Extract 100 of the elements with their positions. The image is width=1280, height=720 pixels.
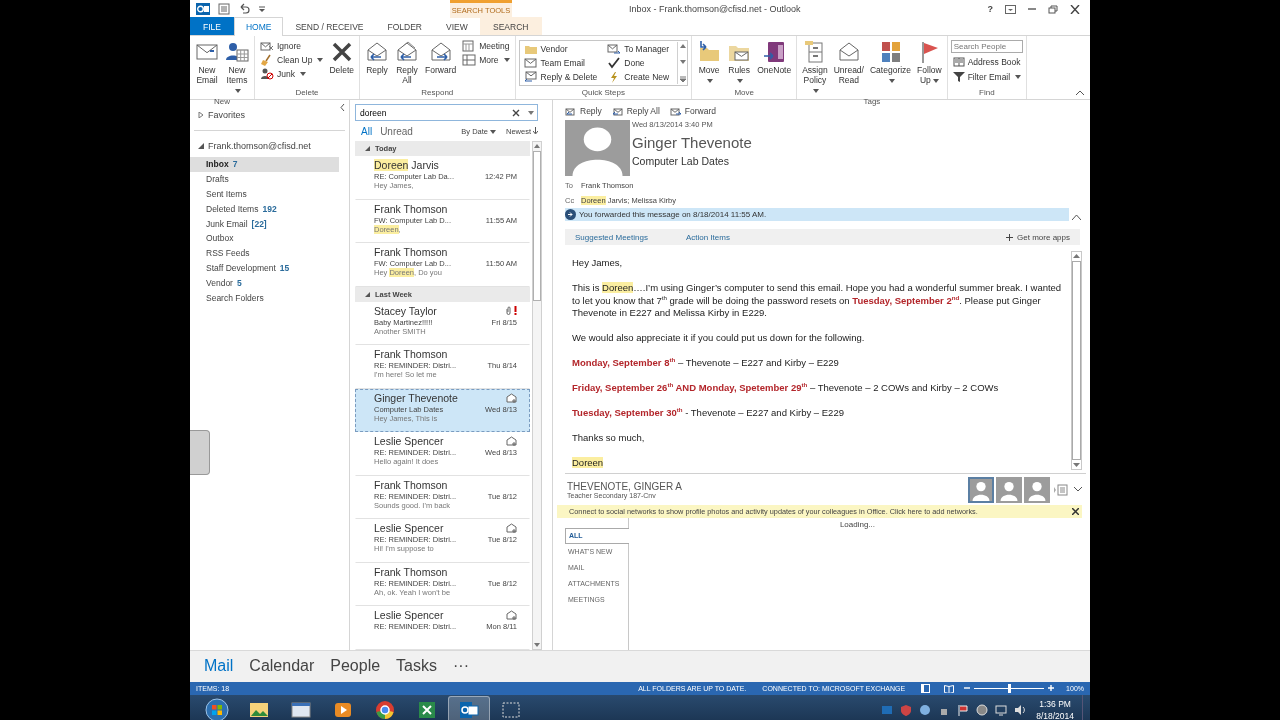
caret-icon — [503, 57, 510, 62]
help-button[interactable]: ? — [987, 4, 993, 14]
ribbon-button[interactable]: Meeting — [460, 39, 512, 52]
filter-tab[interactable]: Unread — [380, 125, 413, 137]
quick-step[interactable]: To Manager — [605, 42, 672, 56]
collapse-ribbon-icon — [1076, 90, 1084, 95]
folder-item[interactable]: Staff Development 15 — [190, 260, 339, 276]
zoom-in-icon — [1048, 685, 1055, 691]
ribbon-tab[interactable]: HOME — [233, 17, 284, 36]
input-panel-tab[interactable] — [190, 430, 210, 475]
filter-tab[interactable]: All — [361, 125, 373, 137]
ribbon-button[interactable]: More — [460, 53, 512, 66]
folder-item[interactable]: Outbox — [190, 231, 339, 246]
ribbon-button[interactable]: Address Book — [950, 55, 1024, 68]
scroll-thumb[interactable] — [533, 151, 541, 301]
caret-icon — [1015, 74, 1022, 79]
body-paragraph: We would also appreciate it if you could put us down for the following. — [572, 332, 866, 345]
folder-item[interactable]: Deleted Items 192 — [190, 201, 339, 217]
ribbon-button[interactable]: Filter Email — [950, 70, 1024, 83]
search-people-field[interactable]: Search People — [950, 40, 1023, 53]
body-paragraph: Hey James, — [572, 257, 624, 270]
photo-app-icon — [249, 700, 269, 719]
sender-name: Ginger Thevenote — [374, 391, 458, 404]
reply-icon — [565, 106, 577, 116]
notebook-icon — [762, 40, 787, 64]
ribbon-button[interactable]: OneNote — [755, 38, 794, 77]
ribbon-button[interactable]: Categorize — [867, 38, 914, 87]
reply-action[interactable]: Reply All — [611, 106, 660, 116]
folder-item[interactable]: Vendor 5 — [190, 275, 339, 291]
folder-item[interactable]: Junk Email [22] — [190, 216, 339, 231]
ribbon-button[interactable]: New Items — [223, 38, 251, 97]
body-paragraph: Tuesday, September 30$^{th}$ - Thevenote – E227 and Kirby – E229 — [572, 407, 845, 420]
nav-item[interactable]: Mail — [204, 657, 234, 675]
ribbon-tab[interactable]: SEARCH — [479, 17, 542, 35]
address-book-icon — [952, 56, 965, 67]
ribbon-button[interactable]: Reply All — [393, 38, 421, 87]
message-subject: Computer Lab Dates — [632, 155, 730, 167]
normal-view-icon — [921, 683, 931, 693]
sender-name: Frank Thomson — [374, 246, 448, 258]
quick-step[interactable]: Create New — [605, 70, 672, 84]
reply-action[interactable]: Reply — [565, 106, 602, 116]
account-header[interactable]: Frank.thomson@cfisd.net — [190, 139, 349, 153]
quick-step[interactable]: Vendor — [521, 42, 600, 56]
more-button[interactable]: ··· — [453, 657, 469, 675]
expand-arrow-icon — [365, 146, 370, 151]
scrollbar[interactable] — [1071, 251, 1082, 470]
ribbon-button[interactable]: Rules — [725, 38, 754, 87]
ribbon-button[interactable]: Follow Up — [915, 38, 944, 87]
ribbon-button[interactable]: Assign Policy — [800, 38, 830, 97]
quick-step[interactable]: Team Email — [521, 56, 600, 70]
ribbon-tab[interactable]: FOLDER — [375, 17, 434, 35]
collapse-pane-icon — [340, 104, 345, 111]
sender-name: Doreen Jarvis — [374, 159, 439, 171]
caret-icon — [299, 71, 306, 76]
ribbon-button[interactable]: Unread/ Read — [831, 38, 866, 87]
close-icon — [1072, 507, 1079, 515]
ribbon-tab[interactable]: SEND / RECEIVE — [283, 17, 376, 35]
body-paragraph: This is Doreen….I’m using Ginger’s computer to send this email. Hope you had a wonderful summer break. I wanted to let you know that 7$^{th}$ grade will be doing the password resets on Tuesday, September 2$^{nd}$. Please put Ginger Thevenote in E227 and Melissa Kirby in E229. — [572, 282, 1063, 320]
sender-name: Frank Thomson — [374, 565, 448, 578]
ribbon-button[interactable]: New Email — [193, 38, 221, 87]
app-link[interactable]: Suggested Meetings — [575, 232, 648, 242]
folder-item[interactable]: RSS Feeds — [190, 245, 339, 261]
ribbon-button[interactable]: Delete — [327, 38, 356, 77]
get-apps-button[interactable]: Get more apps — [1006, 232, 1070, 242]
caret-icon — [707, 78, 714, 83]
sender-name: Frank Thomson — [374, 478, 448, 491]
scrollbar[interactable] — [532, 141, 542, 650]
expand-icon — [1074, 487, 1082, 492]
ribbon-tab[interactable]: FILE — [190, 17, 234, 35]
scroll-thumb[interactable] — [1072, 261, 1081, 460]
quick-step[interactable]: Done — [605, 56, 672, 70]
folder-item[interactable]: Search Folders — [190, 290, 339, 305]
app-link[interactable]: Action Items — [685, 232, 730, 242]
ribbon-display-icon — [1005, 4, 1016, 14]
ribbon-button[interactable]: Clean Up — [258, 53, 326, 66]
ribbon-button[interactable]: Move — [695, 38, 724, 87]
folder-item[interactable]: Drafts — [190, 171, 339, 187]
folder-item[interactable]: Inbox 7 — [190, 157, 339, 172]
reply-action[interactable]: Forward — [669, 106, 716, 116]
outlook-app-icon — [196, 3, 210, 15]
network-icon — [995, 703, 1008, 716]
ribbon-button[interactable]: Ignore — [258, 39, 326, 52]
quick-step[interactable]: Reply & Delete — [521, 70, 600, 84]
volume-icon — [1014, 703, 1027, 716]
envelope-x-icon — [260, 39, 274, 52]
nav-item[interactable]: Tasks — [396, 657, 437, 675]
ribbon-button[interactable]: Forward — [423, 38, 459, 77]
folder-item[interactable]: Sent Items — [190, 186, 339, 202]
sender-name: Frank Thomson — [374, 202, 448, 215]
ribbon-button[interactable]: Reply — [363, 38, 391, 77]
info-text: You forwarded this message on 8/18/2014 11:55 AM. — [579, 210, 767, 219]
favorites-header[interactable]: Favorites — [190, 108, 349, 122]
nav-item[interactable]: Calendar — [249, 657, 315, 675]
ribbon-button[interactable]: Junk — [258, 67, 326, 80]
nav-item[interactable]: People — [330, 657, 381, 675]
clock[interactable]: 1:36 PM 8/18/2014 — [1036, 697, 1074, 720]
browser-icon — [375, 699, 395, 720]
circle-tray-icon — [976, 703, 989, 716]
ribbon-tab[interactable]: VIEW — [433, 17, 480, 35]
search-field[interactable]: doreen — [355, 104, 538, 121]
